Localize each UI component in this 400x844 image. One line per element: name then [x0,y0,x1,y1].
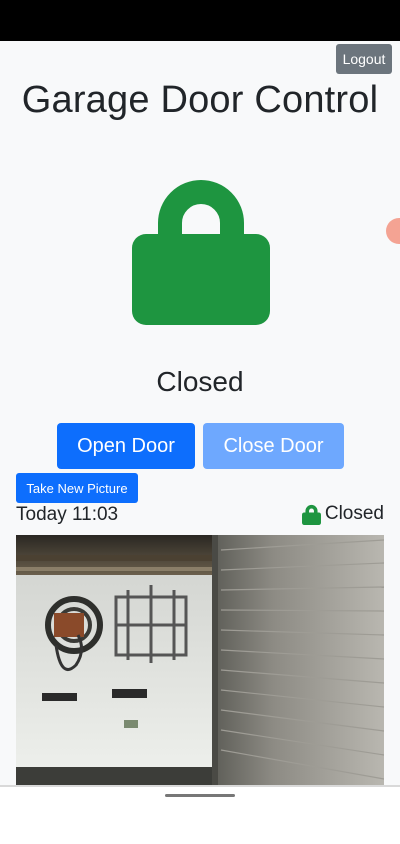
snapshot-status-label: Closed [324,503,384,524]
small-lock-icon [301,504,321,525]
app-container: Logout Garage Door Control Closed Open D… [0,41,400,785]
door-status-text: Closed [156,366,244,397]
open-door-button[interactable]: Open Door [57,423,195,469]
snapshot-timestamp: Today 11:03 [16,504,119,525]
floating-indicator[interactable] [386,218,400,244]
take-picture-button[interactable]: Take New Picture [16,473,138,503]
camera-photo [16,535,384,785]
logout-button[interactable]: Logout [336,44,392,74]
navbar-divider [0,785,400,787]
home-gesture-handle[interactable] [165,794,235,797]
lock-icon [132,180,270,325]
page-title: Garage Door Control [21,79,379,121]
snapshot-status: Closed [301,503,384,525]
garage-camera-image [16,535,384,785]
close-door-button[interactable]: Close Door [203,423,344,469]
phone-screen: Logout Garage Door Control Closed Open D… [0,0,400,844]
system-navigation-bar [0,785,400,844]
